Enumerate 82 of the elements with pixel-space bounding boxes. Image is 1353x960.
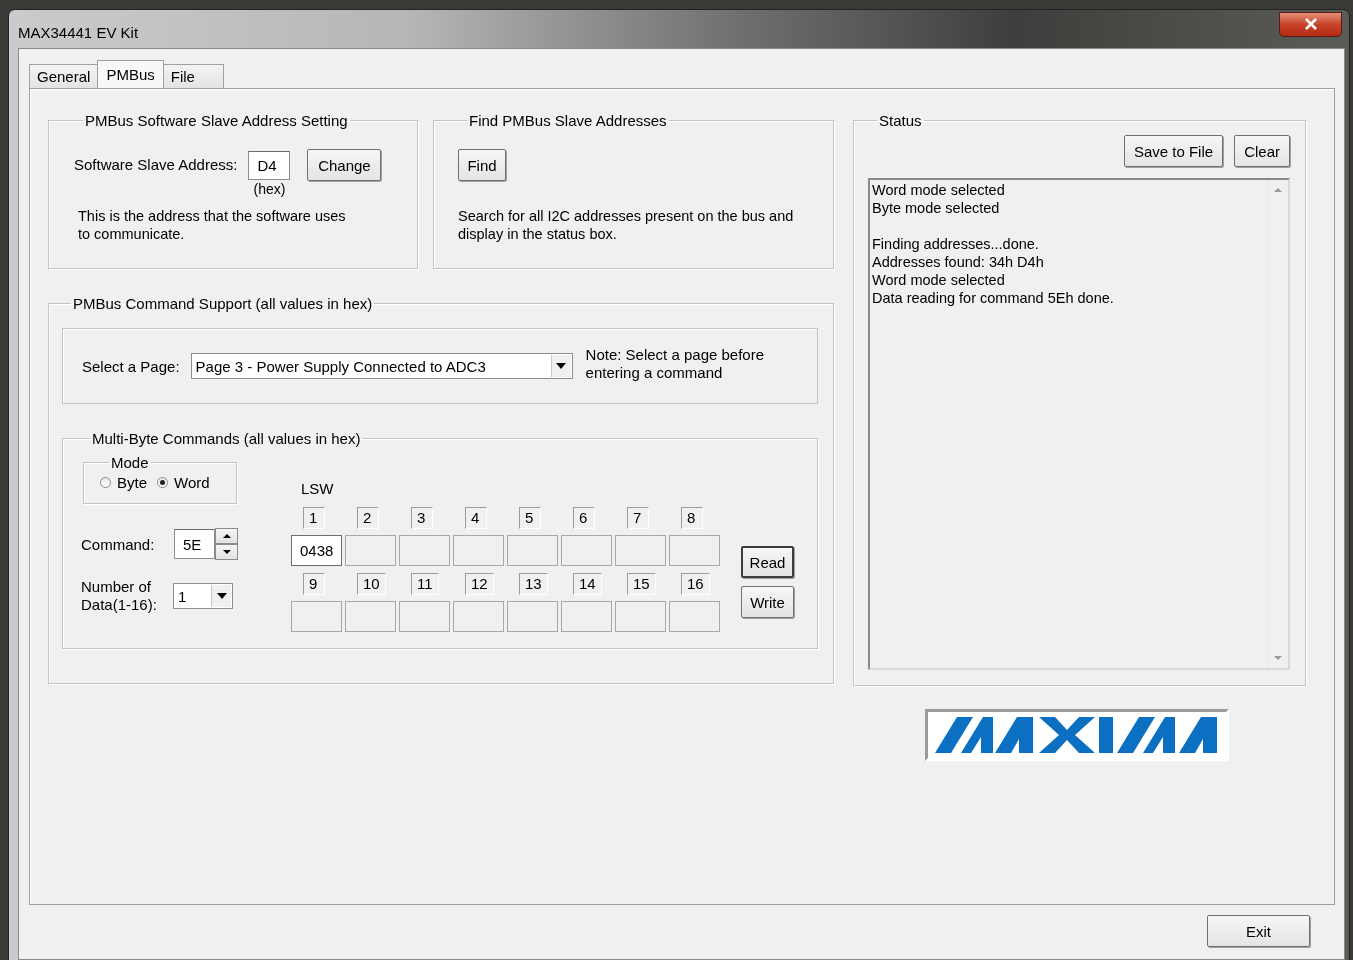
log-line: Data reading for command 5Eh done. xyxy=(872,289,1115,307)
tab[interactable]: PMBus xyxy=(97,60,164,88)
note-text: Note: Select a page before entering a command xyxy=(585,346,766,382)
data-field[interactable]: 0438 xyxy=(291,535,342,566)
index-label: 2 xyxy=(357,507,379,529)
log-line: Word mode selected xyxy=(872,271,1006,289)
close-button[interactable] xyxy=(1279,11,1342,37)
change-button[interactable]: Change xyxy=(307,149,382,181)
radio-label[interactable]: Word xyxy=(174,474,210,491)
group-title: Mode xyxy=(110,454,150,471)
index-label: 3 xyxy=(411,507,433,529)
description-text: This is the address that the software uses to communicate. xyxy=(77,207,347,243)
index-label: 16 xyxy=(681,573,710,595)
data-field[interactable] xyxy=(345,601,396,632)
group-title: Find PMBus Slave Addresses xyxy=(468,112,668,129)
up-triangle-icon xyxy=(1274,188,1282,192)
data-field[interactable] xyxy=(507,535,558,566)
down-triangle-icon xyxy=(222,550,231,554)
index-label: 4 xyxy=(465,507,487,529)
tab[interactable]: General xyxy=(29,64,99,88)
log-line: Word mode selected xyxy=(872,181,1006,199)
data-field[interactable] xyxy=(669,601,720,632)
data-field[interactable] xyxy=(507,601,558,632)
read-button[interactable]: Read xyxy=(741,546,794,578)
unit-label: (hex) xyxy=(253,181,286,197)
find-button[interactable]: Find xyxy=(458,149,506,181)
group-title: Status xyxy=(878,112,923,129)
radio-button[interactable] xyxy=(100,477,111,488)
data-field[interactable] xyxy=(399,601,450,632)
index-label: 11 xyxy=(411,573,439,595)
page-dropdown[interactable]: Page 3 - Power Supply Connected to ADC3 xyxy=(190,353,573,379)
group-title: PMBus Command Support (all values in hex) xyxy=(72,295,374,312)
data-field[interactable] xyxy=(453,601,504,632)
spin-down-button[interactable] xyxy=(215,544,238,560)
field-label: Number of Data(1-16): xyxy=(81,578,158,614)
description-text: Search for all I2C addresses present on the bus and display in the status box. xyxy=(458,207,795,243)
lsw-label: LSW xyxy=(301,480,335,499)
group-title: Multi-Byte Commands (all values in hex) xyxy=(91,430,362,447)
index-label: 1 xyxy=(303,507,325,529)
index-label: 15 xyxy=(627,573,656,595)
command-field[interactable]: 5E xyxy=(174,529,215,559)
index-label: 8 xyxy=(681,507,703,529)
field-label: Select a Page: xyxy=(82,357,180,375)
log-line: Byte mode selected xyxy=(872,199,1001,217)
address-field[interactable]: D4 xyxy=(248,151,291,180)
data-field[interactable] xyxy=(345,535,396,566)
index-label: 7 xyxy=(627,507,649,529)
index-label: 12 xyxy=(465,573,494,595)
exit-button[interactable]: Exit xyxy=(1207,915,1310,947)
data-field[interactable] xyxy=(615,535,666,566)
save-button[interactable]: Save to File xyxy=(1123,135,1224,167)
data-field[interactable] xyxy=(399,535,450,566)
radio-label[interactable]: Byte xyxy=(117,474,147,491)
data-field[interactable] xyxy=(615,601,666,632)
data-field[interactable] xyxy=(291,601,342,632)
log-line: Finding addresses...done. xyxy=(872,235,1040,253)
data-field[interactable] xyxy=(561,601,612,632)
index-label: 13 xyxy=(519,573,548,595)
radio-button[interactable] xyxy=(157,477,168,488)
tab[interactable]: File xyxy=(162,64,224,88)
index-label: 5 xyxy=(519,507,541,529)
dropdown-arrow-icon xyxy=(556,363,567,369)
field-label: Software Slave Address: xyxy=(74,156,238,173)
data-field[interactable] xyxy=(669,535,720,566)
index-label: 6 xyxy=(573,507,595,529)
close-icon xyxy=(1303,18,1318,30)
index-label: 14 xyxy=(573,573,602,595)
group-title: PMBus Software Slave Address Setting xyxy=(84,112,349,129)
write-button[interactable]: Write xyxy=(741,586,794,618)
data-field[interactable] xyxy=(561,535,612,566)
count-dropdown[interactable]: 1 xyxy=(173,583,233,609)
data-field[interactable] xyxy=(453,535,504,566)
field-label: Command: xyxy=(81,535,156,553)
log-line: Addresses found: 34h D4h xyxy=(872,253,1045,271)
up-triangle-icon xyxy=(222,534,231,538)
down-triangle-icon xyxy=(1274,656,1282,660)
clear-button[interactable]: Clear xyxy=(1234,135,1290,167)
dropdown-arrow-icon xyxy=(216,593,227,599)
window-title: MAX34441 EV Kit xyxy=(18,22,139,41)
spin-up-button[interactable] xyxy=(215,528,238,544)
index-label: 10 xyxy=(357,573,386,595)
index-label: 9 xyxy=(303,573,325,595)
